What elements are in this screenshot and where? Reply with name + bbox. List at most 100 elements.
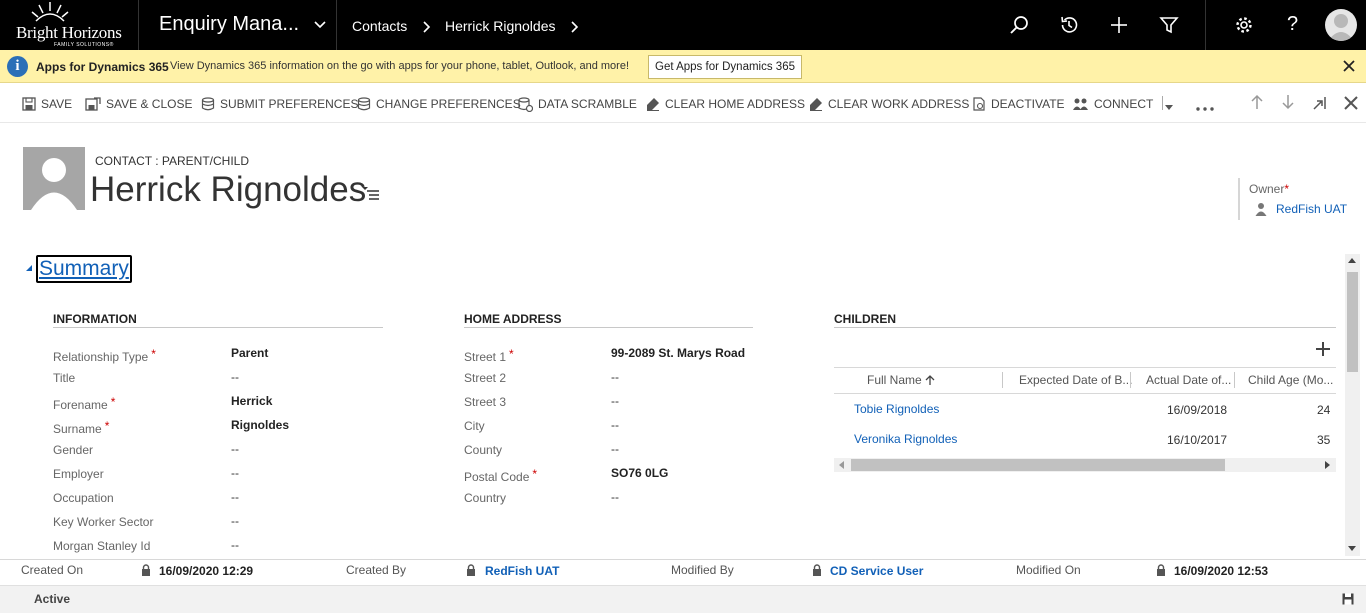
field-value[interactable]: 99-2089 St. Marys Road <box>611 346 745 360</box>
record-status: Active <box>34 592 71 606</box>
record-menu-icon[interactable] <box>362 186 380 200</box>
field-label: Postal Code * <box>464 467 537 484</box>
field-value[interactable]: -- <box>611 442 619 456</box>
plus-icon[interactable] <box>1109 15 1129 35</box>
clear-home-address-button[interactable]: CLEAR HOME ADDRESS <box>646 96 805 112</box>
save-close-button[interactable]: SAVE & CLOSE <box>85 96 192 112</box>
field-label-text: Morgan Stanley Id <box>53 539 151 553</box>
field-value[interactable]: -- <box>611 418 619 432</box>
column-header-expected-date[interactable]: Expected Date of B... <box>1019 373 1132 387</box>
deactivate-label: DEACTIVATE <box>991 97 1065 111</box>
clear-work-address-button[interactable]: CLEAR WORK ADDRESS <box>809 96 969 112</box>
field-label-text: Postal Code <box>464 470 530 484</box>
column-header-actual-date[interactable]: Actual Date of... <box>1146 373 1231 387</box>
field-value[interactable]: -- <box>231 490 239 504</box>
field-value[interactable]: -- <box>611 490 619 504</box>
save-icon[interactable] <box>1342 593 1354 605</box>
field-value[interactable]: -- <box>231 538 239 552</box>
data-scramble-label: DATA SCRAMBLE <box>538 97 637 111</box>
grid-header-bottom-border <box>834 393 1336 394</box>
child-actual-date: 16/10/2017 <box>1167 433 1228 447</box>
history-icon[interactable] <box>1059 15 1079 35</box>
field-label: Street 1 * <box>464 347 514 364</box>
more-icon[interactable] <box>1196 101 1214 117</box>
close-record-icon[interactable] <box>1344 95 1358 111</box>
field-label: Employer <box>53 467 104 481</box>
chevron-right-icon[interactable] <box>570 21 580 33</box>
contact-photo[interactable] <box>23 147 85 210</box>
summary-tab-header[interactable]: Summary <box>36 255 132 283</box>
required-marker: * <box>1284 182 1290 196</box>
change-preferences-button[interactable]: CHANGE PREFERENCES <box>357 96 521 112</box>
breadcrumb-contacts[interactable]: Contacts <box>352 18 407 34</box>
command-bar: SAVE SAVE & CLOSE SUBMIT PREFERENCES CHA… <box>0 83 1366 123</box>
grid-horizontal-scrollbar[interactable] <box>834 458 1336 472</box>
arrow-down-icon[interactable] <box>1281 94 1295 110</box>
grid-header-top-border <box>834 367 1336 368</box>
field-value[interactable]: -- <box>611 394 619 408</box>
scroll-left-icon[interactable] <box>839 461 845 469</box>
field-value[interactable]: -- <box>231 370 239 384</box>
child-name-link[interactable]: Veronika Rignoldes <box>854 432 957 446</box>
scrollbar-thumb[interactable] <box>1347 272 1358 372</box>
deactivate-button[interactable]: DEACTIVATE <box>972 96 1065 112</box>
sort-ascending-icon[interactable] <box>925 375 935 386</box>
form-vertical-scrollbar[interactable] <box>1345 254 1360 556</box>
field-value[interactable]: SO76 0LG <box>611 466 668 480</box>
information-section-title: INFORMATION <box>53 312 137 326</box>
owner-label: Owner* <box>1249 182 1289 196</box>
help-icon[interactable]: ? <box>1287 13 1298 35</box>
field-value[interactable]: Rignoldes <box>231 418 289 432</box>
owner-link[interactable]: RedFish UAT <box>1276 202 1347 216</box>
child-name-link[interactable]: Tobie Rignoldes <box>854 402 939 416</box>
bright-horizons-logo[interactable]: Bright Horizons FAMILY SOLUTIONS® <box>0 0 138 50</box>
child-age: 24 <box>1317 403 1331 417</box>
modified-by-link[interactable]: CD Service User <box>830 564 923 578</box>
scroll-up-icon[interactable] <box>1348 258 1356 264</box>
created-by-link[interactable]: RedFish UAT <box>485 564 559 578</box>
logo-text: Bright Horizons <box>16 23 122 42</box>
field-value[interactable]: Herrick <box>231 394 272 408</box>
pop-out-icon[interactable] <box>1313 95 1327 111</box>
gear-icon[interactable] <box>1234 15 1254 35</box>
scroll-down-icon[interactable] <box>1348 546 1356 552</box>
column-header-full-name[interactable]: Full Name <box>867 373 922 387</box>
chevron-down-icon[interactable] <box>313 18 327 32</box>
field-label-text: Forename <box>53 398 108 412</box>
column-divider[interactable] <box>1130 372 1131 388</box>
data-scramble-button[interactable]: DATA SCRAMBLE <box>518 96 637 112</box>
arrow-up-icon[interactable] <box>1250 94 1264 110</box>
field-value[interactable]: -- <box>231 442 239 456</box>
field-value[interactable]: -- <box>611 370 619 384</box>
column-header-child-age[interactable]: Child Age (Mo... <box>1248 373 1333 387</box>
submit-preferences-button[interactable]: SUBMIT PREFERENCES <box>201 96 358 112</box>
data-scramble-icon <box>518 96 533 112</box>
app-title[interactable]: Enquiry Mana... <box>159 13 299 36</box>
collapse-arrow-icon[interactable] <box>25 264 33 272</box>
filter-icon[interactable] <box>1159 15 1179 35</box>
caret-down-icon[interactable] <box>1165 100 1173 116</box>
breadcrumb-record[interactable]: Herrick Rignoldes <box>445 18 555 34</box>
get-apps-button[interactable]: Get Apps for Dynamics 365 <box>648 55 802 79</box>
scrollbar-thumb[interactable] <box>851 459 1225 471</box>
close-icon[interactable] <box>1342 59 1356 73</box>
column-divider[interactable] <box>1002 372 1003 388</box>
logo-subtext: FAMILY SOLUTIONS® <box>54 42 114 48</box>
field-label: Morgan Stanley Id <box>53 539 150 553</box>
field-label: Relationship Type * <box>53 347 156 364</box>
connect-button[interactable]: CONNECT <box>1073 96 1153 112</box>
save-button[interactable]: SAVE <box>22 96 72 112</box>
scroll-right-icon[interactable] <box>1325 461 1331 469</box>
field-value[interactable]: -- <box>231 514 239 528</box>
user-avatar[interactable] <box>1325 9 1357 41</box>
save-icon <box>22 97 36 111</box>
lock-icon <box>142 564 150 576</box>
column-divider[interactable] <box>1234 372 1235 388</box>
field-label-text: Surname <box>53 422 102 436</box>
save-label: SAVE <box>41 97 73 111</box>
field-value[interactable]: -- <box>231 466 239 480</box>
add-child-icon[interactable] <box>1315 341 1331 357</box>
search-icon[interactable] <box>1009 15 1029 35</box>
command-divider <box>1162 96 1163 110</box>
field-value[interactable]: Parent <box>231 346 268 360</box>
